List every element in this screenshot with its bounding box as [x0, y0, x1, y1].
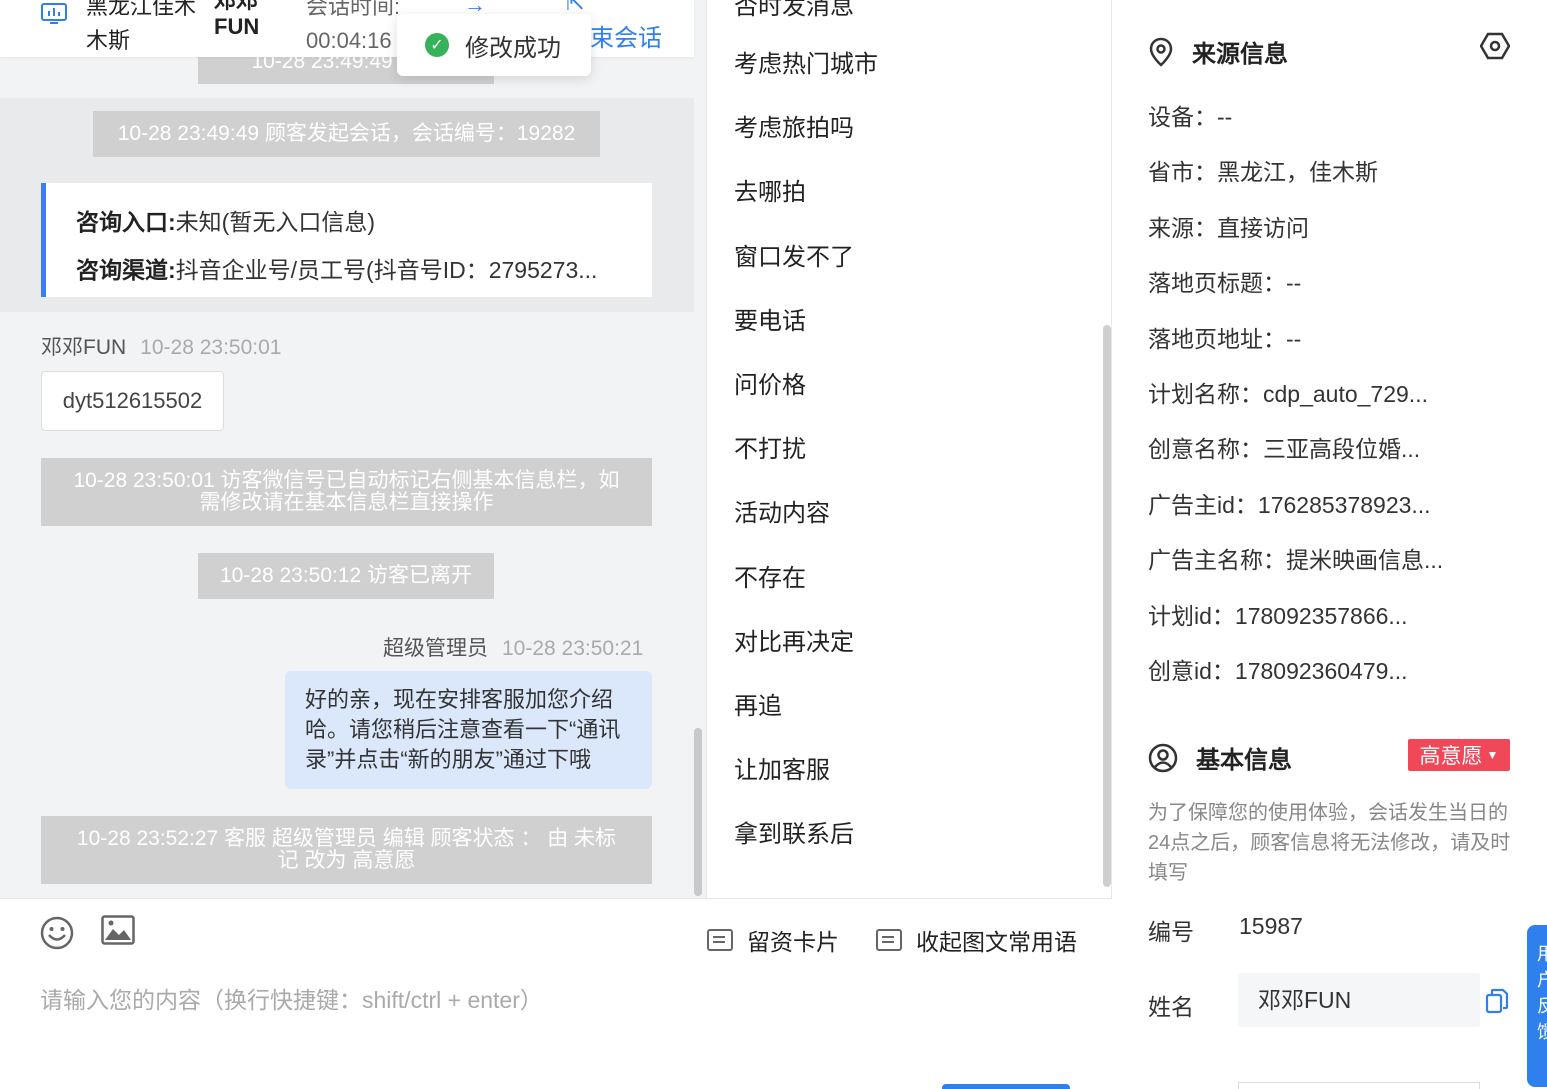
edit-notice: 为了保障您的使用体验，会话发生当日的24点之后，顾客信息将无法修改，请及时填写	[1148, 802, 1511, 884]
end-session-link[interactable]: 束会话	[590, 18, 662, 53]
phrase-item[interactable]: 否时发消息	[734, 0, 854, 21]
phrase-item[interactable]: 要电话	[734, 301, 806, 336]
source-field: 省市：黑龙江，佳木斯	[1148, 159, 1378, 186]
next-field[interactable]	[1238, 1082, 1480, 1089]
source-field: 落地页标题：--	[1148, 270, 1302, 297]
visitor-message-bubble: dyt512615502	[41, 371, 224, 431]
id-value: 15987	[1239, 913, 1303, 939]
system-message: 10-28 23:50:12 访客已离开	[198, 553, 494, 599]
phrase-item[interactable]: 窗口发不了	[734, 237, 854, 272]
message-composer: 留资卡片 收起图文常用语 请输入您的内容（换行快捷键：shift/ctrl + …	[0, 898, 1112, 1089]
send-button[interactable]	[942, 1084, 1070, 1089]
emoji-icon[interactable]	[39, 915, 75, 951]
consult-info-card: 咨询入口:未知(暂无入口信息) 咨询渠道:抖音企业号/员工号(抖音号ID：279…	[41, 183, 652, 297]
phrase-item[interactable]: 对比再决定	[734, 622, 854, 657]
customer-info-panel: 来源信息 设备：-- 省市：黑龙江，佳木斯 来源：直接访问 落地页标题：-- 落地页地址…	[1113, 0, 1547, 1089]
visitor-location: 黑龙江佳木斯 木斯	[86, 0, 196, 53]
collapse-phrases-button[interactable]: 收起图文常用语	[876, 923, 1077, 957]
source-field: 设备：--	[1148, 104, 1233, 130]
visitor-message-meta: 邓邓FUN 10-28 23:50:01	[41, 336, 282, 359]
name-field[interactable]: 邓邓FUN	[1238, 973, 1480, 1027]
visitor-name: 邓邓 FUN	[214, 0, 260, 39]
source-field: 创意名称：三亚高段位婚...	[1148, 436, 1421, 463]
success-toast: ✓ 修改成功	[397, 14, 591, 76]
basic-info-title: 基本信息	[1148, 740, 1292, 775]
phrase-item[interactable]: 让加客服	[734, 750, 830, 785]
source-field: 广告主名称：提米映画信息...	[1148, 547, 1444, 574]
phrase-item[interactable]: 考虑旅拍吗	[734, 108, 854, 143]
lead-card-button[interactable]: 留资卡片	[707, 923, 839, 957]
phrase-item[interactable]: 不存在	[734, 558, 806, 593]
source-field: 落地页地址：--	[1148, 325, 1302, 352]
id-label: 编号	[1148, 919, 1194, 945]
system-message: 10-28 23:50:01 访客微信号已自动标记右侧基本信息栏，如 需修改请在…	[41, 458, 652, 526]
source-field: 广告主id：176285378923...	[1148, 491, 1431, 518]
phrase-item[interactable]: 拿到联系后	[734, 814, 854, 849]
chat-panel: 黑龙江佳木斯 木斯 邓邓 FUN 会话时间: 00:04:16 → ⇱ 束会话 …	[0, 0, 706, 898]
source-field: 来源：直接访问	[1148, 214, 1309, 241]
settings-icon[interactable]	[1480, 32, 1510, 60]
monitor-icon	[41, 3, 67, 24]
phrase-item[interactable]: 问价格	[734, 365, 806, 400]
agent-message-meta: 超级管理员 10-28 23:50:21	[383, 637, 644, 660]
phrase-item[interactable]: 再追	[734, 686, 782, 721]
source-field: 创意id：178092360479...	[1148, 658, 1408, 684]
message-input[interactable]: 请输入您的内容（换行快捷键：shift/ctrl + enter）	[40, 981, 543, 1015]
agent-message-bubble: 好的亲，现在安排客服加您介绍哈。请您稍后注意查看一下“通讯录”并点击“新的朋友”…	[285, 671, 652, 789]
feedback-tab[interactable]: 用户反馈	[1527, 925, 1547, 1087]
check-circle-icon: ✓	[425, 33, 449, 57]
name-label: 姓名	[1148, 994, 1194, 1020]
app-root: 黑龙江佳木斯 木斯 邓邓 FUN 会话时间: 00:04:16 → ⇱ 束会话 …	[0, 0, 1547, 1089]
phrase-item[interactable]: 活动内容	[734, 493, 830, 528]
phrase-item[interactable]: 不打扰	[734, 429, 806, 464]
image-icon[interactable]	[101, 915, 135, 945]
copy-icon[interactable]	[1485, 988, 1509, 1014]
toast-text: 修改成功	[465, 34, 561, 62]
location-pin-icon	[1149, 37, 1173, 67]
source-field: 计划名称：cdp_auto_729...	[1148, 381, 1428, 407]
channel-line: 咨询渠道:抖音企业号/员工号(抖音号ID：2795273...	[76, 257, 598, 283]
phrase-item[interactable]: 考虑热门城市	[734, 44, 878, 79]
system-message: 10-28 23:52:27 客服 超级管理员 编辑 顾客状态 ： 由 未标 记…	[41, 816, 652, 884]
source-field: 计划id：178092357866...	[1148, 602, 1408, 629]
chat-scrollbar[interactable]	[694, 728, 702, 896]
caret-down-icon: ▼	[1486, 748, 1499, 762]
user-circle-icon	[1148, 743, 1178, 772]
phrases-scrollbar[interactable]	[1103, 325, 1111, 887]
entry-line: 咨询入口:未知(暂无入口信息)	[76, 209, 375, 235]
source-info-title: 来源信息	[1148, 34, 1288, 69]
message-icon	[876, 929, 902, 951]
intent-status-dropdown[interactable]: 高意愿 ▼	[1408, 739, 1510, 771]
card-icon	[707, 929, 733, 951]
system-message: 10-28 23:49:49 顾客发起会话，会话编号：19282	[93, 111, 600, 157]
phrase-item[interactable]: 去哪拍	[734, 172, 806, 207]
quick-phrases-panel: 否时发消息 考虑热门城市 考虑旅拍吗去哪拍窗口发不了要电话问价格不打扰活动内容不存…	[706, 0, 1112, 898]
